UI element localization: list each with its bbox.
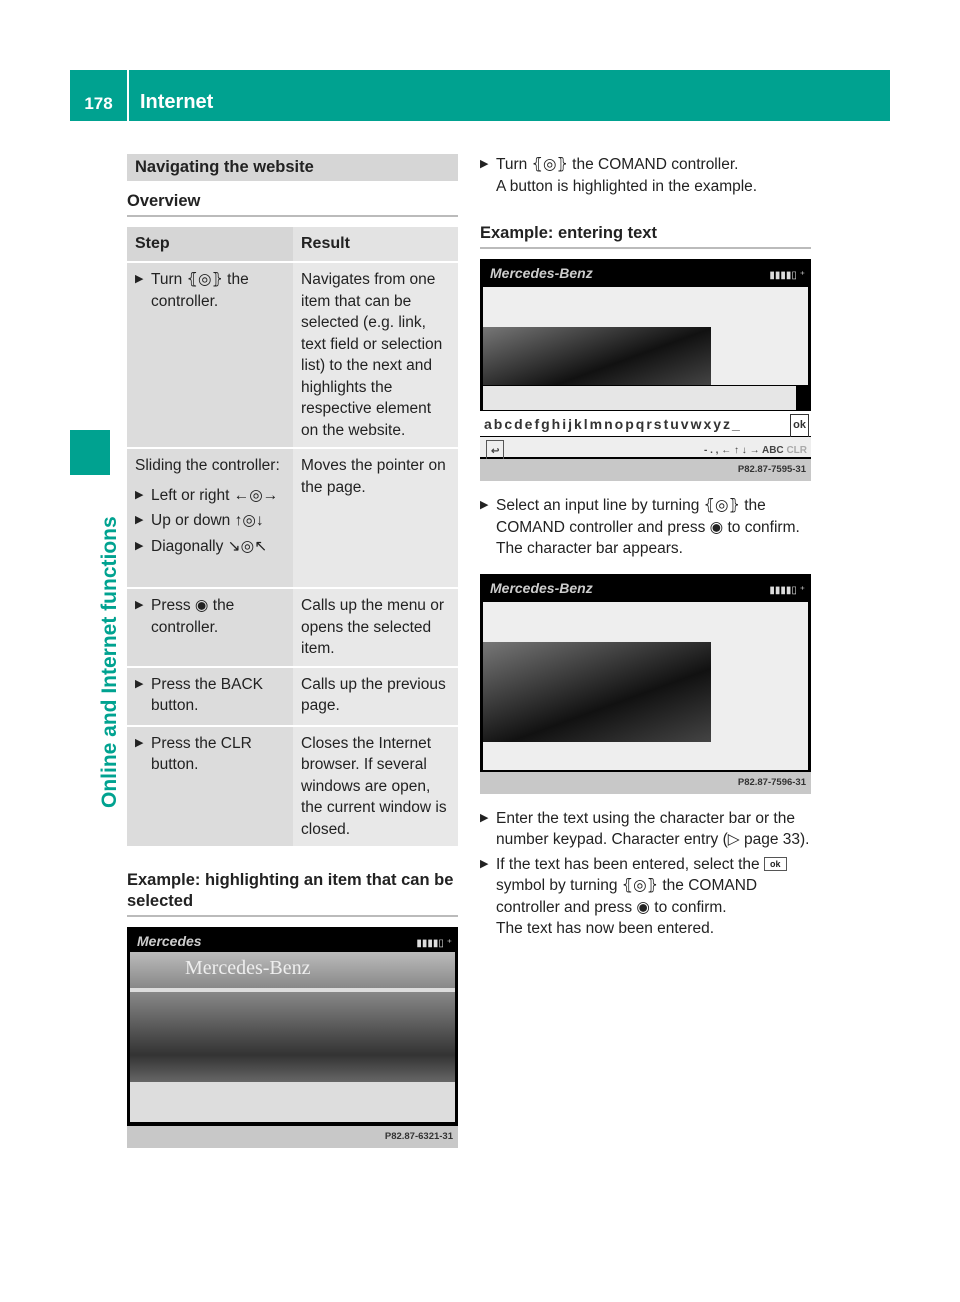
step-text: Left or right ←◎→ <box>135 485 285 507</box>
car-image <box>483 641 711 742</box>
step-text-part: symbol by turning ⦃◎⦄ the COMAND control… <box>496 877 758 916</box>
step-text: Press the CLR button. <box>135 733 285 776</box>
table-row: Press ◉ the controller.Calls up the menu… <box>127 588 458 668</box>
overview-heading: Overview <box>127 191 458 217</box>
website-area <box>483 287 808 385</box>
header-divider <box>127 70 129 121</box>
signal-icon: ▮▮▮▮▯ ⁺ <box>769 584 805 596</box>
result-text: Calls up the menu or opens the selected … <box>293 588 458 668</box>
page-header: 178 Internet <box>70 70 890 121</box>
table-row: Press the BACK button.Calls up the previ… <box>127 666 458 727</box>
step-intro: Sliding the controller: <box>135 457 280 474</box>
brand-text: Mercedes <box>137 933 202 949</box>
step-text: Select an input line by turning ⦃◎⦄ the … <box>480 495 811 538</box>
website-area: Mercedes-Benz <box>130 952 455 1122</box>
table-row: Sliding the controller: Left or right ←◎… <box>127 448 458 589</box>
sidebar-tab-marker <box>70 430 110 475</box>
page-number: 178 <box>84 94 113 113</box>
header-step: Step <box>127 227 293 263</box>
step-text: Press the BACK button. <box>135 674 285 717</box>
table-row: Press the CLR button.Closes the Internet… <box>127 725 458 848</box>
car-image <box>130 992 455 1082</box>
result-text: Calls up the previous page. <box>293 666 458 727</box>
chapter-title: Internet <box>140 91 214 113</box>
step-result: A button is highlighted in the example. <box>496 177 758 195</box>
section-title: Navigating the website <box>127 154 458 181</box>
step-text: Turn ⦃◎⦄ the controller. <box>135 269 285 312</box>
right-column: Turn ⦃◎⦄ the COMAND controller. A button… <box>480 154 811 940</box>
image-caption: P82.87-7596-31 <box>480 771 811 794</box>
ok-symbol: ok <box>764 856 787 871</box>
step-text: Up or down ↑◎↓ <box>135 510 285 532</box>
step-text: Press ◉ the controller. <box>135 595 285 638</box>
signal-icon: ▮▮▮▮▯ ⁺ <box>769 270 805 281</box>
step-text-part: If the text has been entered, select the <box>496 855 760 873</box>
result-text: Navigates from one item that can be sele… <box>293 262 458 449</box>
sidebar-section-label: Online and Internet functions <box>98 516 121 808</box>
step-result: The text has now been entered. <box>496 920 715 937</box>
image-caption: P82.87-6321-31 <box>127 1126 458 1148</box>
step-text: If the text has been entered, select the… <box>480 854 811 919</box>
screenshot-character-bar: Mercedes-Benz ▮▮▮▮▯ ⁺ P82.87-7596-31 <box>480 573 811 794</box>
step-text: Enter the text using the character bar o… <box>480 808 811 851</box>
clr-key[interactable]: CLR <box>786 445 807 456</box>
step-text: Turn ⦃◎⦄ the COMAND controller. <box>480 154 811 176</box>
header-result: Result <box>293 227 458 263</box>
result-text: Closes the Internet browser. If several … <box>293 725 458 848</box>
table-row: Turn ⦃◎⦄ the controller.Navigates from o… <box>127 262 458 449</box>
brand-text: Mercedes-Benz <box>490 265 593 281</box>
image-caption: P82.87-7595-31 <box>480 459 811 481</box>
character-bar[interactable]: abcdefghijklmnopqrstuvwxyz_ <box>484 416 742 432</box>
ok-key[interactable]: ok <box>790 414 809 438</box>
result-text: Moves the pointer on the page. <box>293 448 458 589</box>
screenshot-highlight: Mercedes ▮▮▮▮▯ ⁺ Mercedes-Benz P82.87-63… <box>127 927 458 1148</box>
example-heading: Example: entering text <box>480 223 811 249</box>
step-result: The character bar appears. <box>496 540 683 557</box>
brand-text: Mercedes-Benz <box>490 579 593 596</box>
site-title: Mercedes-Benz <box>130 952 455 988</box>
website-area <box>483 601 808 770</box>
screenshot-text-entry: Mercedes-Benz ▮▮▮▮▯ ⁺ abcdefghijklmnopqr… <box>480 259 811 481</box>
step-text: Diagonally ↘◎↖ <box>135 536 285 558</box>
steps-table: StepResult Turn ⦃◎⦄ the controller.Navig… <box>127 227 458 848</box>
example-heading: Example: highlighting an item that can b… <box>127 870 458 917</box>
input-line[interactable] <box>483 386 796 410</box>
left-column: Navigating the website Overview Step Resu… <box>127 154 458 1148</box>
keys-row[interactable]: - . , ← ↑ ↓ → ABC <box>704 445 784 456</box>
car-image <box>483 327 711 385</box>
